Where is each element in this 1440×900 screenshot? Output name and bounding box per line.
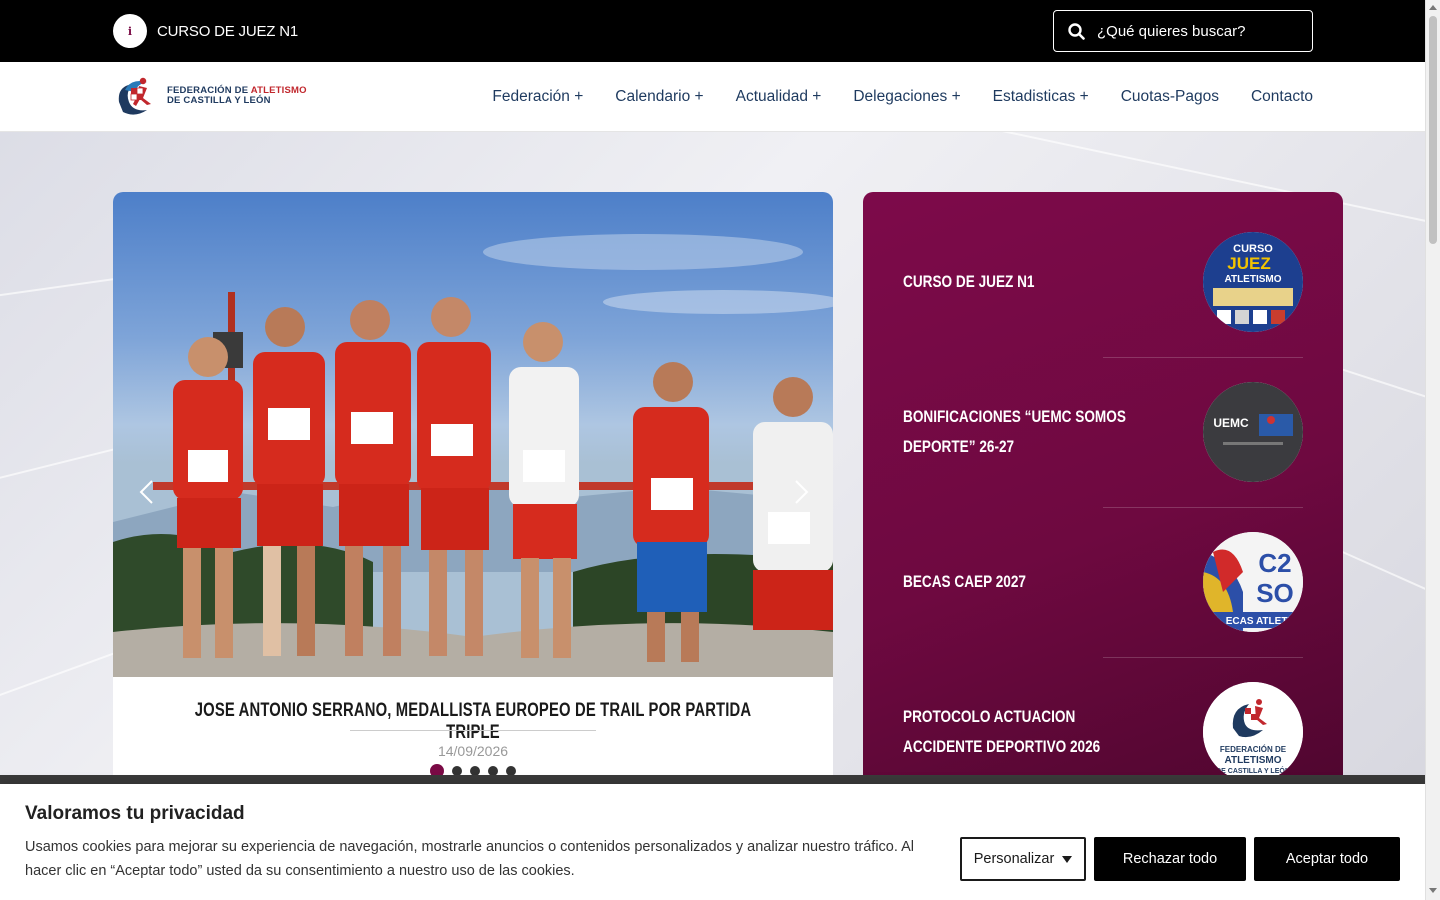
logo-text: FEDERACIÓN DE ATLETISMO DE CASTILLA Y LE… [167, 86, 307, 106]
uemc-label: UEMC [1213, 416, 1249, 430]
news-item-title[interactable]: BONIFICACIONES “UEMC SOMOS DEPORTE” 26-2… [903, 402, 1135, 462]
uemc-thumb[interactable]: UEMC [1203, 382, 1303, 482]
dropdown-caret-icon [1062, 855, 1073, 863]
slider-prev-arrow-icon[interactable] [133, 477, 163, 507]
nav-estadisticas[interactable]: Estadisticas + [993, 88, 1089, 106]
becas-label: ECAS ATLETI [1226, 616, 1291, 627]
uemc-image: UEMC [1203, 382, 1303, 482]
slide-title[interactable]: JOSE ANTONIO SERRANO, MEDALLISTA EUROPEO… [192, 700, 754, 744]
customize-button[interactable]: Personalizar [960, 837, 1086, 881]
news-slider: JOSE ANTONIO SERRANO, MEDALLISTA EUROPEO… [113, 192, 833, 792]
slider-next-arrow-icon[interactable] [785, 477, 815, 507]
search-icon[interactable] [1068, 22, 1085, 40]
svg-text:SO: SO [1256, 578, 1294, 608]
cookie-text: Usamos cookies para mejorar su experienc… [25, 839, 915, 879]
news-panel: CURSO DE JUEZ N1 CURSO JUEZ ATLETISMO BO… [863, 192, 1343, 792]
news-item[interactable]: BONIFICACIONES “UEMC SOMOS DEPORTE” 26-2… [903, 357, 1303, 507]
news-item[interactable]: CURSO DE JUEZ N1 CURSO JUEZ ATLETISMO [903, 207, 1303, 357]
juez-label: JUEZ [1227, 254, 1270, 273]
site-header: FEDERACIÓN DE ATLETISMO DE CASTILLA Y LE… [0, 62, 1425, 132]
nav-calendario[interactable]: Calendario + [615, 88, 703, 106]
atletismo-label: ATLETISMO [1224, 274, 1281, 285]
nav-delegaciones[interactable]: Delegaciones + [853, 88, 960, 106]
runners-photo [113, 234, 833, 677]
news-item-title[interactable]: PROTOCOLO ACTUACION ACCIDENTE DEPORTIVO … [903, 702, 1135, 762]
curso-juez-image: CURSO JUEZ ATLETISMO [1203, 232, 1303, 332]
site-logo[interactable]: FEDERACIÓN DE ATLETISMO DE CASTILLA Y LE… [113, 72, 307, 120]
accept-all-button[interactable]: Aceptar todo [1254, 837, 1400, 881]
slide-photo[interactable] [113, 192, 833, 677]
nav-contacto[interactable]: Contacto [1251, 88, 1313, 106]
slide-date: 14/09/2026 [437, 743, 509, 759]
fed-label-a: FEDERACIÓN DE [1220, 745, 1287, 754]
fed-logo-image: FEDERACIÓN DE ATLETISMO DE CASTILLA Y LE… [1203, 682, 1303, 782]
news-item[interactable]: BECAS CAEP 2027 C2 SO ECAS ATLETI [903, 507, 1303, 657]
scroll-down-arrow-icon[interactable] [1429, 888, 1437, 893]
logo-line2: DE CASTILLA Y LEÓN [167, 95, 271, 106]
scroll-up-arrow-icon[interactable] [1429, 5, 1437, 10]
svg-text:C2: C2 [1258, 548, 1291, 578]
fed-label-c: DE CASTILLA Y LEÓN [1216, 766, 1290, 775]
main-nav: Federación + Calendario + Actualidad + D… [492, 62, 1313, 132]
federation-logo-icon [118, 77, 151, 115]
news-item[interactable]: PROTOCOLO ACTUACION ACCIDENTE DEPORTIVO … [903, 657, 1303, 792]
page-scrollbar[interactable] [1425, 0, 1440, 900]
customize-label: Personalizar [973, 851, 1055, 867]
ticker-text[interactable]: CURSO DE JUEZ N1 [157, 23, 298, 40]
news-item-title[interactable]: BECAS CAEP 2027 [903, 567, 1135, 597]
becas-thumb[interactable]: C2 SO ECAS ATLETI [1203, 532, 1303, 632]
fed-logo-thumb[interactable]: FEDERACIÓN DE ATLETISMO DE CASTILLA Y LE… [1203, 682, 1303, 782]
cookie-banner: Valoramos tu privacidad Usamos cookies p… [0, 784, 1425, 900]
news-item-title[interactable]: CURSO DE JUEZ N1 [903, 267, 1135, 297]
top-bar: i CURSO DE JUEZ N1 [0, 0, 1425, 62]
search-input[interactable] [1097, 22, 1297, 40]
nav-cuotas-pagos[interactable]: Cuotas-Pagos [1121, 88, 1219, 106]
curso-juez-thumb[interactable]: CURSO JUEZ ATLETISMO [1203, 232, 1303, 332]
info-icon: i [113, 14, 147, 48]
reject-all-button[interactable]: Rechazar todo [1094, 837, 1246, 881]
cookie-title: Valoramos tu privacidad [25, 803, 245, 824]
scroll-thumb[interactable] [1429, 16, 1437, 244]
fed-label-b: ATLETISMO [1224, 755, 1281, 766]
nav-federacion[interactable]: Federación + [492, 88, 583, 106]
search-box[interactable] [1053, 10, 1313, 52]
news-ticker[interactable]: i CURSO DE JUEZ N1 [113, 14, 298, 48]
title-divider [350, 730, 596, 731]
nav-actualidad[interactable]: Actualidad + [736, 88, 822, 106]
becas-image: C2 SO ECAS ATLETI [1203, 532, 1303, 632]
